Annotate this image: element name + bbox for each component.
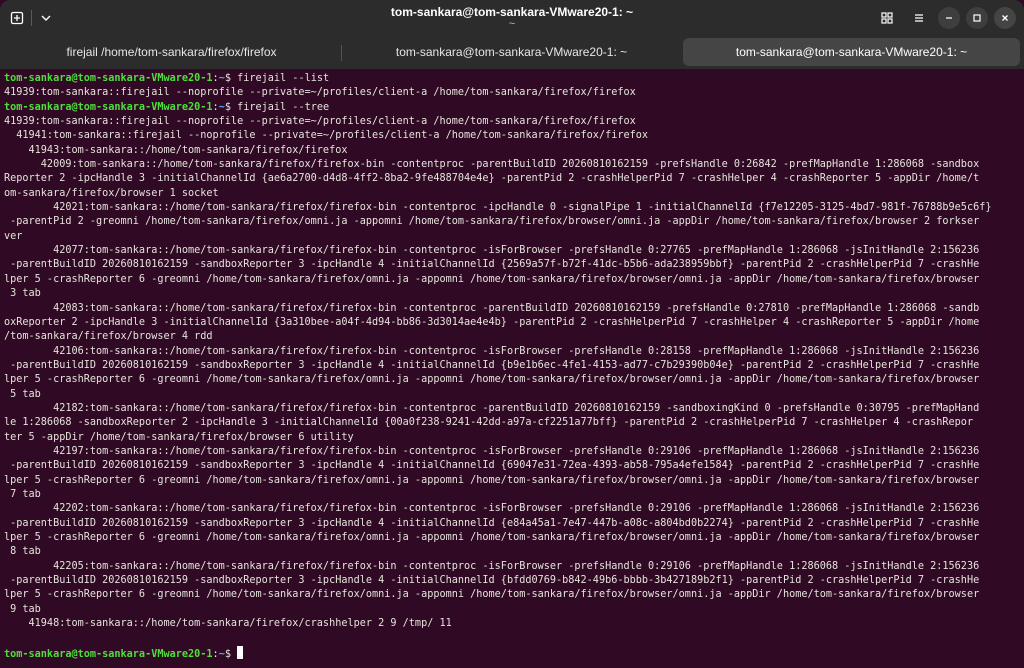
maximize-button[interactable] <box>966 7 988 29</box>
output-line: le 1:286068 -sandboxReporter 2 -ipcHandl… <box>4 417 974 429</box>
grid-icon <box>881 12 893 24</box>
output-line: lper 5 -crashReporter 6 -greomni /home/t… <box>4 474 980 486</box>
output-line: -parentPid 2 -greomni /home/tom-sankara/… <box>4 216 980 228</box>
prompt-user-host: tom-sankara@tom-sankara-VMware20-1 <box>4 648 213 660</box>
prompt-user-host: tom-sankara@tom-sankara-VMware20-1 <box>4 101 213 113</box>
prompt-line: tom-sankara@tom-sankara-VMware20-1:~$ fi… <box>4 101 1020 115</box>
close-button[interactable] <box>994 7 1016 29</box>
close-icon <box>1002 15 1008 21</box>
tab-overview-button[interactable] <box>874 5 900 31</box>
output-line: -parentBuildID 20260810162159 -sandboxRe… <box>4 460 980 472</box>
output-line: om-sankara/firefox/browser 1 socket <box>4 187 219 199</box>
output-line: /tom-sankara/firefox/browser 4 rdd <box>4 331 213 343</box>
minimize-button[interactable] <box>938 7 960 29</box>
output-line: oxReporter 2 -ipcHandle 3 -initialChanne… <box>4 316 980 328</box>
prompt-line: tom-sankara@tom-sankara-VMware20-1:~$ <box>4 645 1020 660</box>
command-text: firejail --tree <box>237 101 330 113</box>
prompt-symbol: $ <box>224 648 238 660</box>
output-line: lper 5 -crashReporter 6 -greomni /home/t… <box>4 374 980 386</box>
output-line: ver <box>4 230 23 242</box>
output-line: -parentBuildID 20260810162159 -sandboxRe… <box>4 359 980 371</box>
tab-separator <box>341 45 342 61</box>
maximize-icon <box>973 14 981 22</box>
output-line: 41939:tom-sankara::firejail --noprofile … <box>4 116 636 128</box>
output-line: 41943:tom-sankara::/home/tom-sankara/fir… <box>4 144 348 156</box>
header-bar: tom-sankara@tom-sankara-VMware20-1: ~ ~ <box>0 0 1024 36</box>
output-line: 42083:tom-sankara::/home/tom-sankara/fir… <box>4 302 980 314</box>
output-line: -parentBuildID 20260810162159 -sandboxRe… <box>4 259 980 271</box>
terminal-output[interactable]: tom-sankara@tom-sankara-VMware20-1:~$ fi… <box>4 72 1020 668</box>
prompt-line: tom-sankara@tom-sankara-VMware20-1:~$ fi… <box>4 72 1020 86</box>
output-line: 41948:tom-sankara::/home/tom-sankara/fir… <box>4 618 452 630</box>
output-line: Reporter 2 -ipcHandle 3 -initialChannelI… <box>4 173 980 185</box>
output-line: -parentBuildID 20260810162159 -sandboxRe… <box>4 575 980 587</box>
output-line: 42077:tom-sankara::/home/tom-sankara/fir… <box>4 245 980 257</box>
tab-firejail[interactable]: firejail /home/tom-sankara/firefox/firef… <box>4 38 339 66</box>
terminal-cursor <box>237 645 244 659</box>
output-line: 42182:tom-sankara::/home/tom-sankara/fir… <box>4 402 980 414</box>
output-line: 8 tab <box>4 546 41 558</box>
output-line: ter 5 -appDir /home/tom-sankara/firefox/… <box>4 431 354 443</box>
output-line: 42205:tom-sankara::/home/tom-sankara/fir… <box>4 560 980 572</box>
tab-label: tom-sankara@tom-sankara-VMware20-1: ~ <box>735 45 968 59</box>
hamburger-menu-icon <box>915 14 923 22</box>
command-text: firejail --list <box>237 73 330 84</box>
output-line: lper 5 -crashReporter 6 -greomni /home/t… <box>4 273 980 285</box>
output-line: 42197:tom-sankara::/home/tom-sankara/fir… <box>4 445 980 457</box>
prompt-symbol: $ <box>224 73 238 84</box>
tab-terminal-2[interactable]: tom-sankara@tom-sankara-VMware20-1: ~ <box>343 38 680 66</box>
output-line: 42202:tom-sankara::/home/tom-sankara/fir… <box>4 503 980 515</box>
main-menu-button[interactable] <box>906 5 932 31</box>
output-line: 41941:tom-sankara::firejail --noprofile … <box>4 130 649 142</box>
output-line: lper 5 -crashReporter 6 -greomni /home/t… <box>4 532 980 543</box>
header-right-controls <box>874 5 1016 31</box>
minimize-icon <box>946 17 952 19</box>
terminal-window: tom-sankara@tom-sankara-VMware20-1: ~ ~ <box>0 0 1024 668</box>
prompt-user-host: tom-sankara@tom-sankara-VMware20-1 <box>4 73 213 84</box>
tab-bar: firejail /home/tom-sankara/firefox/firef… <box>0 36 1024 69</box>
output-line: 42021:tom-sankara::/home/tom-sankara/fir… <box>4 202 992 214</box>
output-line: 3 tab <box>4 288 41 300</box>
output-line: lper 5 -crashReporter 6 -greomni /home/t… <box>4 589 980 601</box>
prompt-symbol: $ <box>224 101 238 113</box>
tab-label: firejail /home/tom-sankara/firefox/firef… <box>66 45 277 59</box>
tab-label: tom-sankara@tom-sankara-VMware20-1: ~ <box>395 45 628 59</box>
output-line: 9 tab <box>4 603 41 615</box>
window-subtitle: ~ <box>508 18 516 30</box>
window-title: tom-sankara@tom-sankara-VMware20-1: ~ <box>390 5 634 19</box>
output-line: 5 tab <box>4 388 41 400</box>
output-line: 42106:tom-sankara::/home/tom-sankara/fir… <box>4 345 980 357</box>
output-line: -parentBuildID 20260810162159 -sandboxRe… <box>4 517 980 529</box>
tab-terminal-3-active[interactable]: tom-sankara@tom-sankara-VMware20-1: ~ <box>683 38 1020 66</box>
output-line: 41939:tom-sankara::firejail --noprofile … <box>4 87 636 99</box>
output-line: 7 tab <box>4 488 41 500</box>
output-line: 42009:tom-sankara::/home/tom-sankara/fir… <box>4 159 980 171</box>
